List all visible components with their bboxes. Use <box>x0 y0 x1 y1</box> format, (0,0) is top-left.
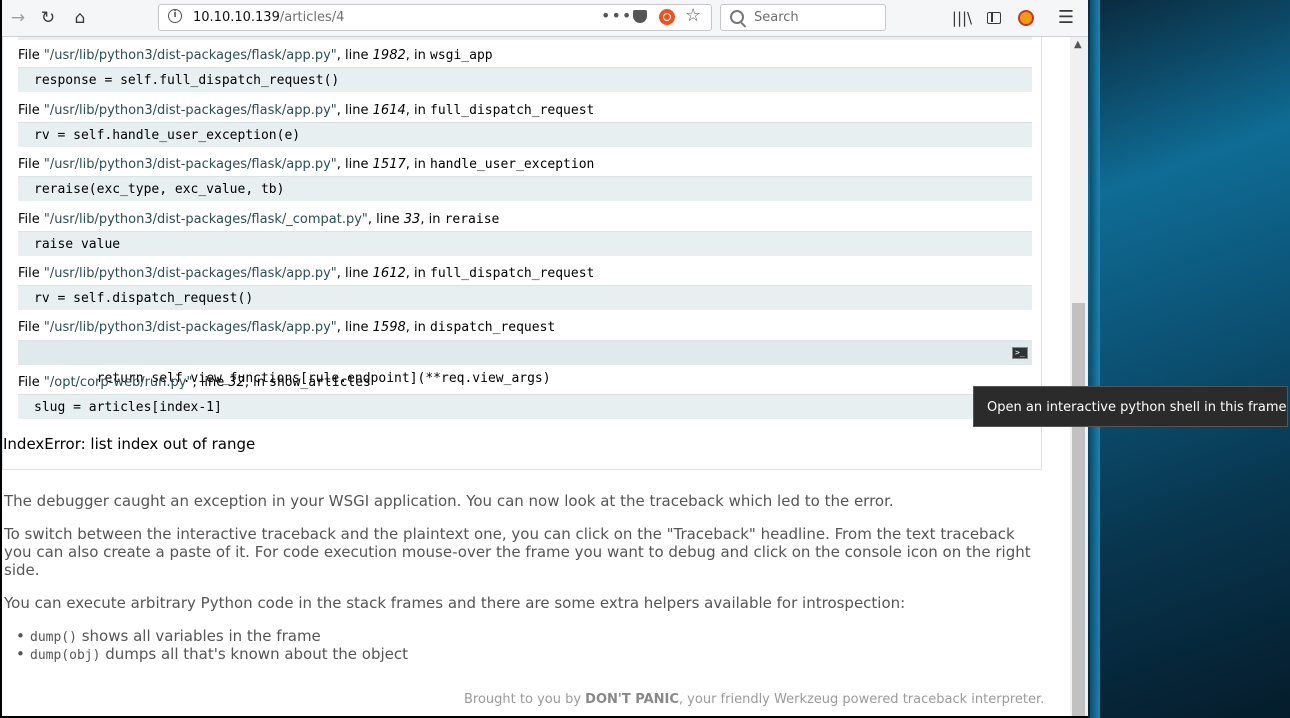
frame-filename: "/usr/lib/python3/dist-packages/flask/ap… <box>43 266 337 281</box>
url-bar[interactable]: i 10.10.10.139/articles/4 ••• ☆ <box>158 4 712 31</box>
explanation-paragraph: You can execute arbitrary Python code in… <box>4 594 906 612</box>
code-line[interactable]: rv = self.handle_user_exception(e) <box>18 122 1032 147</box>
frame-header: File "/usr/lib/python3/dist-packages/fla… <box>18 103 595 118</box>
frame-filename: "/usr/lib/python3/dist-packages/flask/ap… <box>43 48 337 63</box>
frame-header: File "/usr/lib/python3/dist-packages/fla… <box>18 212 500 227</box>
frame-header: File "/opt/corp-web/run.py", line 32, in… <box>18 375 371 390</box>
code-line[interactable]: rv = self.dispatch_request() <box>18 285 1032 310</box>
extension-icon[interactable] <box>1014 6 1038 30</box>
tooltip: Open an interactive python shell in this… <box>973 386 1288 427</box>
code-line[interactable]: response = self.full_dispatch_request() <box>18 67 1032 92</box>
url-text: 10.10.10.139/articles/4 <box>193 10 345 25</box>
code-line[interactable]: raise value <box>18 231 1032 256</box>
menu-icon[interactable]: ☰ <box>1054 6 1078 30</box>
footer-link[interactable]: DON'T PANIC <box>585 692 679 707</box>
ubuntu-icon[interactable] <box>659 9 675 25</box>
explanation-paragraph: The debugger caught an exception in your… <box>4 492 894 510</box>
search-icon <box>730 10 744 24</box>
sidebar-icon[interactable] <box>982 6 1006 30</box>
desktop-background <box>1088 0 1290 718</box>
exception-message: IndexError: list index out of range <box>3 435 256 453</box>
page-content: File "/usr/lib/python3/dist-packages/fla… <box>2 37 1070 716</box>
page-actions-icon[interactable]: ••• <box>601 6 632 25</box>
pocket-icon[interactable] <box>633 10 647 23</box>
frame-filename: "/usr/lib/python3/dist-packages/flask/_c… <box>43 212 368 227</box>
frame-filename: "/usr/lib/python3/dist-packages/flask/ap… <box>43 157 337 172</box>
home-icon[interactable]: ⌂ <box>68 6 92 30</box>
console-icon[interactable]: >_ <box>1012 347 1028 359</box>
frame-header: File "/usr/lib/python3/dist-packages/fla… <box>18 266 595 281</box>
scrollbar-thumb[interactable] <box>1072 303 1085 716</box>
desktop-stripe <box>1090 0 1100 718</box>
search-bar[interactable]: Search <box>720 4 886 31</box>
frame-filename: "/usr/lib/python3/dist-packages/flask/ap… <box>43 320 337 335</box>
list-item: dump(obj) dumps all that's known about t… <box>16 645 408 663</box>
frame-header: File "/usr/lib/python3/dist-packages/fla… <box>18 48 493 63</box>
browser-toolbar: → ↻ ⌂ i 10.10.10.139/articles/4 ••• ☆ Se… <box>2 0 1088 37</box>
info-icon[interactable]: i <box>168 9 182 23</box>
footer: Brought to you by DON'T PANIC, your frie… <box>464 692 1045 707</box>
reload-icon[interactable]: ↻ <box>36 6 60 30</box>
scroll-up-icon[interactable]: ▲ <box>1074 39 1082 50</box>
code-line[interactable]: slug = articles[index-1] <box>18 394 1032 419</box>
code-line-active[interactable]: return self.view_functions[rule.endpoint… <box>18 340 1032 386</box>
frame-header: File "/usr/lib/python3/dist-packages/fla… <box>18 320 556 335</box>
forward-icon[interactable]: → <box>6 6 30 30</box>
list-item: dump() shows all variables in the frame <box>16 627 321 645</box>
frame-header: File "/usr/lib/python3/dist-packages/fla… <box>18 157 595 172</box>
bookmark-star-icon[interactable]: ☆ <box>685 5 701 26</box>
frame-filename: "/opt/corp-web/run.py" <box>43 375 193 390</box>
search-placeholder: Search <box>754 10 799 25</box>
browser-window: → ↻ ⌂ i 10.10.10.139/articles/4 ••• ☆ Se… <box>2 0 1088 716</box>
code-line[interactable] <box>18 37 1032 40</box>
explanation-paragraph: To switch between the interactive traceb… <box>4 525 1031 579</box>
scrollbar[interactable]: ▲ <box>1070 37 1088 716</box>
library-icon[interactable]: |||\ <box>950 6 974 30</box>
traceback-panel: File "/usr/lib/python3/dist-packages/fla… <box>2 37 1042 470</box>
code-line[interactable]: reraise(exc_type, exc_value, tb) <box>18 176 1032 201</box>
frame-filename: "/usr/lib/python3/dist-packages/flask/ap… <box>43 103 337 118</box>
